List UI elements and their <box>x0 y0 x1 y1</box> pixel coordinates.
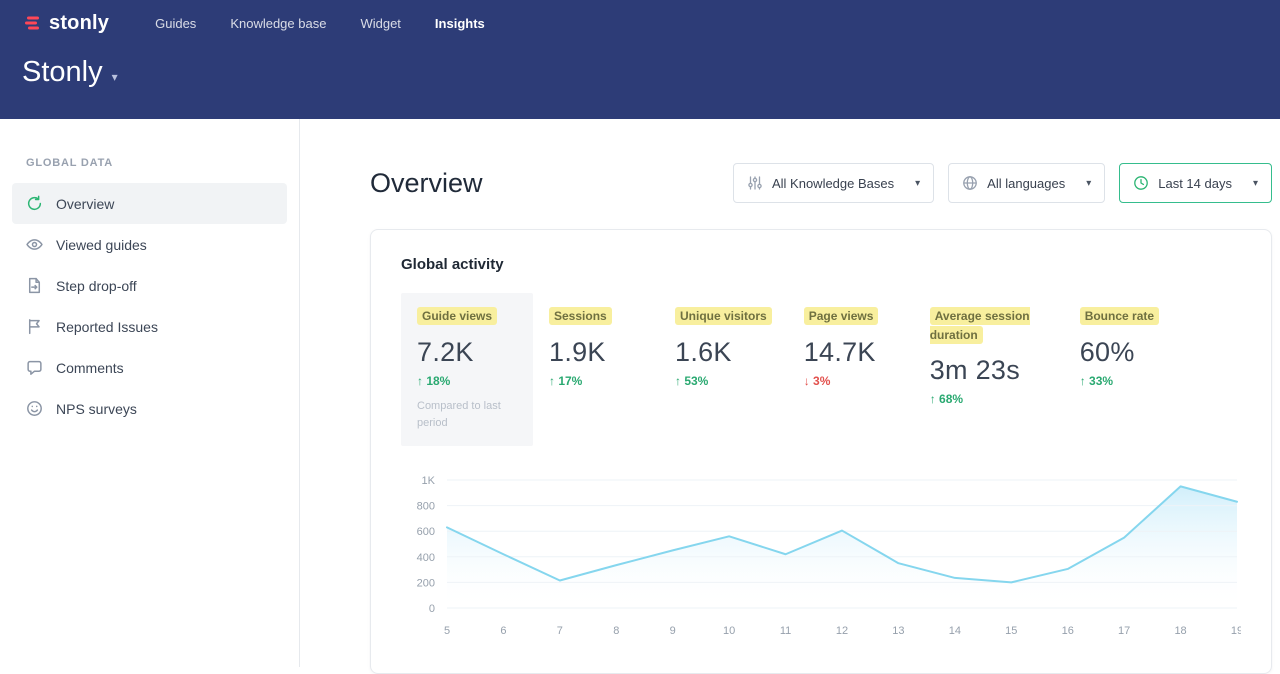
metric-label: Guide views <box>417 307 497 325</box>
main-content: Overview All Knowledge Bases ▾ <box>300 119 1280 667</box>
globe-icon <box>962 175 978 191</box>
sidebar-item-label: Viewed guides <box>56 237 147 253</box>
metric-bounce-rate[interactable]: Bounce rate 60% ↑ 33% <box>1064 293 1190 402</box>
sidebar-item-overview[interactable]: Overview <box>12 183 287 224</box>
svg-text:18: 18 <box>1174 625 1186 637</box>
svg-text:1K: 1K <box>422 475 436 487</box>
metric-average-session-duration[interactable]: Average session duration 3m 23s ↑ 68% <box>914 293 1064 420</box>
metric-page-views[interactable]: Page views 14.7K ↓ 3% <box>788 293 914 402</box>
sidebar-item-label: Reported Issues <box>56 319 158 335</box>
svg-text:6: 6 <box>500 625 506 637</box>
metric-label: Sessions <box>549 307 612 325</box>
global-activity-card: Global activity Guide views 7.2K ↑ 18% C… <box>370 229 1272 674</box>
svg-text:0: 0 <box>429 603 435 615</box>
metric-sessions[interactable]: Sessions 1.9K ↑ 17% <box>533 293 659 402</box>
svg-text:9: 9 <box>670 625 676 637</box>
page-title: Overview <box>370 168 483 199</box>
nav-item-insights[interactable]: Insights <box>435 16 485 31</box>
sidebar: GLOBAL DATA Overview Viewed guides <box>0 119 300 667</box>
sidebar-section-label: GLOBAL DATA <box>26 157 299 169</box>
sidebar-item-nps-surveys[interactable]: NPS surveys <box>12 388 287 429</box>
metric-value: 14.7K <box>804 337 898 368</box>
svg-text:8: 8 <box>613 625 619 637</box>
step-dropoff-icon <box>26 277 43 294</box>
smiley-icon <box>26 400 43 417</box>
svg-text:400: 400 <box>417 551 435 563</box>
svg-text:12: 12 <box>836 625 848 637</box>
activity-chart-svg: 0 200 400 600 800 1K 5 6 7 8 9 10 11 12 13 14 15 16 17 18 19 <box>401 474 1241 642</box>
metric-value: 1.9K <box>549 337 643 368</box>
metric-delta: ↓ 3% <box>804 374 898 388</box>
svg-text:5: 5 <box>444 625 450 637</box>
knowledge-bases-filter-label: All Knowledge Bases <box>772 176 894 191</box>
svg-text:17: 17 <box>1118 625 1130 637</box>
metric-note: Compared to last period <box>417 398 517 432</box>
stonly-logo-icon <box>24 14 42 32</box>
sidebar-item-comments[interactable]: Comments <box>12 347 287 388</box>
chevron-down-icon: ▾ <box>112 70 118 84</box>
metric-label: Unique visitors <box>675 307 772 325</box>
chevron-down-icon: ▾ <box>1253 178 1258 189</box>
date-range-filter-dropdown[interactable]: Last 14 days ▾ <box>1119 163 1272 203</box>
metric-value: 3m 23s <box>930 355 1048 386</box>
metric-guide-views[interactable]: Guide views 7.2K ↑ 18% Compared to last … <box>401 293 533 446</box>
knowledge-bases-filter-dropdown[interactable]: All Knowledge Bases ▾ <box>733 163 934 203</box>
sidebar-item-viewed-guides[interactable]: Viewed guides <box>12 224 287 265</box>
svg-text:15: 15 <box>1005 625 1017 637</box>
overview-icon <box>26 195 43 212</box>
svg-text:13: 13 <box>892 625 904 637</box>
sidebar-item-step-drop-off[interactable]: Step drop-off <box>12 265 287 306</box>
workspace-title: Stonly <box>22 56 103 89</box>
app-header: stonly Guides Knowledge base Widget Insi… <box>0 0 1280 119</box>
metric-delta: ↑ 33% <box>1080 374 1174 388</box>
svg-text:10: 10 <box>723 625 735 637</box>
svg-text:600: 600 <box>417 526 435 538</box>
chevron-down-icon: ▾ <box>915 178 920 189</box>
filter-bar: All Knowledge Bases ▾ All languages ▾ <box>733 163 1272 203</box>
stonly-logo-text: stonly <box>49 12 109 35</box>
clock-icon <box>1133 175 1149 191</box>
stonly-logo[interactable]: stonly <box>24 12 109 35</box>
date-range-filter-label: Last 14 days <box>1158 176 1232 191</box>
metric-unique-visitors[interactable]: Unique visitors 1.6K ↑ 53% <box>659 293 788 402</box>
nav-item-knowledge-base[interactable]: Knowledge base <box>230 16 326 31</box>
metric-delta: ↑ 68% <box>930 392 1048 406</box>
metric-label: Page views <box>804 307 879 325</box>
metric-label: Average session duration <box>930 307 1030 344</box>
metrics-row: Guide views 7.2K ↑ 18% Compared to last … <box>401 293 1241 446</box>
eye-icon <box>26 236 43 253</box>
nav-item-guides[interactable]: Guides <box>155 16 196 31</box>
sidebar-item-label: NPS surveys <box>56 401 137 417</box>
metric-delta: ↑ 17% <box>549 374 643 388</box>
sidebar-item-reported-issues[interactable]: Reported Issues <box>12 306 287 347</box>
metric-value: 1.6K <box>675 337 772 368</box>
chevron-down-icon: ▾ <box>1086 178 1091 189</box>
nav-item-widget[interactable]: Widget <box>360 16 400 31</box>
metric-value: 60% <box>1080 337 1174 368</box>
metric-value: 7.2K <box>417 337 517 368</box>
card-title: Global activity <box>401 256 1241 273</box>
metric-delta: ↑ 53% <box>675 374 772 388</box>
activity-area-chart: 0 200 400 600 800 1K 5 6 7 8 9 10 11 12 13 14 15 16 17 18 19 <box>401 474 1241 647</box>
top-navbar: stonly Guides Knowledge base Widget Insi… <box>0 0 1280 40</box>
languages-filter-label: All languages <box>987 176 1065 191</box>
top-nav: Guides Knowledge base Widget Insights <box>155 16 485 31</box>
svg-text:11: 11 <box>780 625 791 637</box>
svg-text:7: 7 <box>557 625 563 637</box>
sidebar-item-label: Step drop-off <box>56 278 137 294</box>
workspace-switcher[interactable]: Stonly ▾ <box>22 56 1280 89</box>
svg-text:19: 19 <box>1231 625 1241 637</box>
svg-text:14: 14 <box>949 625 961 637</box>
sidebar-item-label: Comments <box>56 360 124 376</box>
metric-label: Bounce rate <box>1080 307 1159 325</box>
sidebar-item-label: Overview <box>56 196 114 212</box>
comment-icon <box>26 359 43 376</box>
svg-text:16: 16 <box>1062 625 1074 637</box>
svg-text:800: 800 <box>417 500 435 512</box>
svg-text:200: 200 <box>417 577 435 589</box>
languages-filter-dropdown[interactable]: All languages ▾ <box>948 163 1105 203</box>
sliders-icon <box>747 175 763 191</box>
flag-icon <box>26 318 43 335</box>
metric-delta: ↑ 18% <box>417 374 517 388</box>
